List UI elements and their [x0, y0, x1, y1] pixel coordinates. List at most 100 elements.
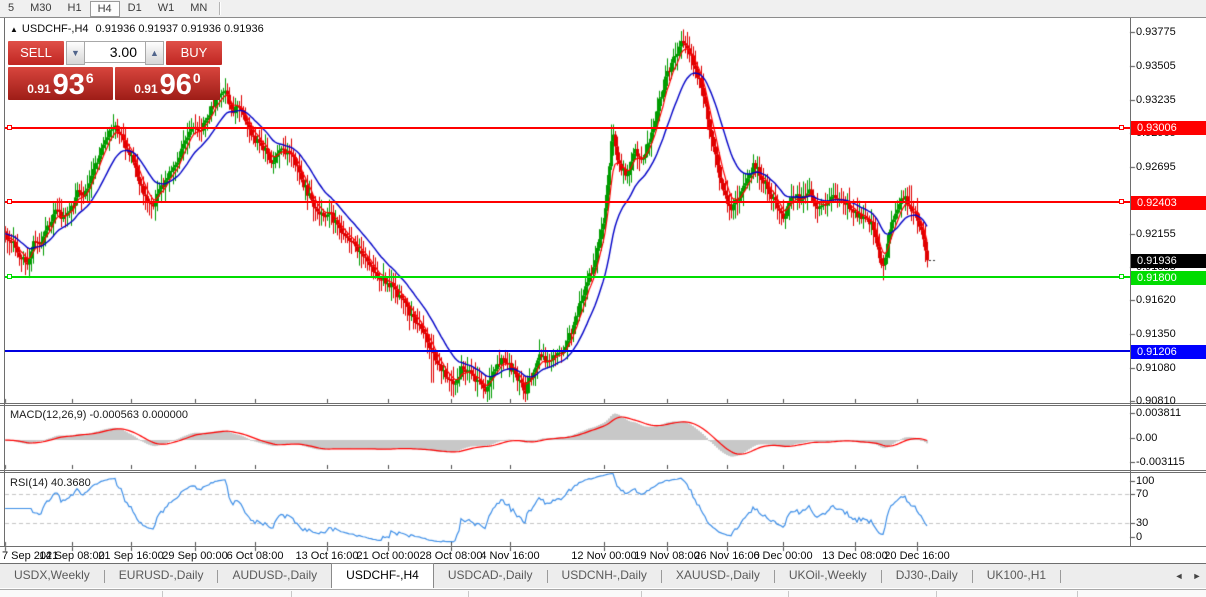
- chart-tab-usdchf-h4[interactable]: USDCHF-,H4: [331, 563, 434, 588]
- macd-axis-label: 0.003811: [1136, 407, 1181, 419]
- price-line-badge: 0.91206: [1131, 345, 1206, 359]
- sell-price-display[interactable]: 0.91 93 6: [8, 67, 113, 100]
- rsi-bottom-border: [0, 546, 1206, 547]
- chart-ohlc-values: 0.91936 0.91937 0.91936 0.91936: [96, 23, 264, 35]
- trading-platform-window: 5M30H1H4D1W1MN ▲USDCHF-,H40.91936 0.9193…: [0, 0, 1206, 597]
- chart-tab-ukoil-weekly[interactable]: UKOil-,Weekly: [775, 564, 881, 588]
- chart-symbol-period: USDCHF-,H4: [22, 23, 89, 35]
- date-label: 21 Oct 00:00: [357, 550, 420, 562]
- chart-tab-uk100-h1[interactable]: UK100-,H1: [973, 564, 1060, 588]
- chevron-down-icon: ▼: [71, 48, 80, 58]
- sell-price-prefix: 0.91: [27, 82, 50, 96]
- date-label: 14 Sep 08:00: [39, 550, 104, 562]
- price-axis-label: 0.93775: [1136, 26, 1176, 38]
- status-strip: [0, 589, 1206, 597]
- date-label: 6 Dec 00:00: [753, 550, 812, 562]
- date-label: 28 Oct 08:00: [420, 550, 483, 562]
- price-axis-label: 0.93505: [1136, 60, 1176, 72]
- rsi-axis-label: 100: [1136, 475, 1154, 487]
- buy-price-display[interactable]: 0.91 96 0: [115, 67, 220, 100]
- timeframe-button-m30[interactable]: M30: [22, 1, 59, 16]
- chart-tab-eurusd-daily[interactable]: EURUSD-,Daily: [105, 564, 218, 588]
- buy-price-prefix: 0.91: [134, 82, 157, 96]
- line-handle[interactable]: [7, 199, 12, 204]
- status-strip-divider: [641, 591, 642, 597]
- status-strip-divider: [468, 591, 469, 597]
- chart-tab-usdx-weekly[interactable]: USDX,Weekly: [0, 564, 104, 588]
- buy-price-big-digits: 96: [160, 71, 192, 100]
- rsi-axis-label: 30: [1136, 517, 1148, 529]
- buy-button[interactable]: BUY: [166, 41, 222, 65]
- volume-decrease-button[interactable]: ▼: [66, 41, 85, 65]
- status-strip-divider: [936, 591, 937, 597]
- status-strip-divider: [788, 591, 789, 597]
- chart-tab-bar: USDX,WeeklyEURUSD-,DailyAUDUSD-,DailyUSD…: [0, 564, 1206, 588]
- timeframe-button-h1[interactable]: H1: [60, 1, 90, 16]
- chart-tab-xauusd-daily[interactable]: XAUUSD-,Daily: [662, 564, 774, 588]
- rsi-axis-label: 70: [1136, 488, 1148, 500]
- volume-increase-button[interactable]: ▲: [145, 41, 164, 65]
- horizontal-line[interactable]: [5, 350, 1130, 352]
- date-label: 4 Nov 16:00: [480, 550, 539, 562]
- current-price-badge: 0.91936: [1131, 254, 1206, 268]
- status-strip-divider: [162, 591, 163, 597]
- tab-scroll-left-icon[interactable]: ◄: [1170, 564, 1188, 588]
- buy-price-pip-digit: 0: [193, 70, 201, 86]
- chart-left-border: [4, 18, 5, 547]
- pane-splitter-rsi-bottom[interactable]: [0, 472, 1206, 473]
- date-label: 12 Nov 00:00: [571, 550, 636, 562]
- timeframe-button-mn[interactable]: MN: [182, 1, 215, 16]
- macd-label: MACD(12,26,9) -0.000563 0.000000: [10, 409, 188, 421]
- timeframe-button-h4[interactable]: H4: [90, 1, 120, 17]
- price-line-badge: 0.93006: [1131, 121, 1206, 135]
- sell-button[interactable]: SELL: [8, 41, 64, 65]
- date-label: 13 Dec 08:00: [822, 550, 887, 562]
- price-axis-label: 0.91350: [1136, 328, 1176, 340]
- status-strip-divider: [1077, 591, 1078, 597]
- chevron-up-icon: ▲: [150, 48, 159, 58]
- pane-splitter-rsi-top[interactable]: [0, 470, 1206, 471]
- price-axis-label: 0.93235: [1136, 94, 1176, 106]
- date-label: 29 Sep 00:00: [162, 550, 227, 562]
- price-axis-label: 0.91080: [1136, 362, 1176, 374]
- timeframe-button-d1[interactable]: D1: [120, 1, 150, 16]
- pane-splitter-macd-bottom[interactable]: [0, 405, 1206, 406]
- sell-price-big-digits: 93: [53, 71, 85, 100]
- date-label: 21 Sep 16:00: [98, 550, 163, 562]
- price-line-badge: 0.92403: [1131, 196, 1206, 210]
- horizontal-line[interactable]: [5, 201, 1130, 203]
- horizontal-line[interactable]: [5, 276, 1130, 278]
- line-handle[interactable]: [1119, 125, 1124, 130]
- timeframe-button-w1[interactable]: W1: [150, 1, 183, 16]
- chart-title: ▲ USDCHF-,H4 0.91936 0.91937 0.91936 0.919…: [10, 23, 264, 35]
- rsi-axis-label: 0: [1136, 531, 1142, 543]
- macd-axis-label: -0.003115: [1136, 456, 1185, 468]
- date-label: 20 Dec 16:00: [884, 550, 949, 562]
- timeframe-toolbar: 5M30H1H4D1W1MN: [0, 0, 1206, 18]
- macd-axis-label: 0.00: [1136, 432, 1157, 444]
- date-label: 13 Oct 16:00: [296, 550, 359, 562]
- date-label: 19 Nov 08:00: [634, 550, 699, 562]
- horizontal-line[interactable]: [5, 127, 1130, 129]
- chart-tab-audusd-daily[interactable]: AUDUSD-,Daily: [218, 564, 331, 588]
- line-handle[interactable]: [7, 274, 12, 279]
- line-handle[interactable]: [7, 125, 12, 130]
- chart-tab-dj30-daily[interactable]: DJ30-,Daily: [882, 564, 972, 588]
- tab-divider: [1060, 570, 1061, 583]
- sell-price-pip-digit: 6: [86, 70, 94, 86]
- price-axis-label: 0.92155: [1136, 228, 1176, 240]
- chart-tab-usdcnh-daily[interactable]: USDCNH-,Daily: [548, 564, 661, 588]
- timeframe-button-5[interactable]: 5: [0, 1, 22, 16]
- symbol-marker-icon: ▲: [10, 25, 18, 34]
- price-axis-label: 0.90810: [1136, 395, 1176, 407]
- line-handle[interactable]: [1119, 274, 1124, 279]
- pane-splitter-macd-top[interactable]: [0, 403, 1206, 404]
- tab-scroll-right-icon[interactable]: ►: [1188, 564, 1206, 588]
- volume-input[interactable]: [85, 41, 145, 63]
- toolbar-separator: [219, 2, 221, 15]
- one-click-trading-panel: SELL ▼ ▲ BUY 0.91 93 6 0.91 96 0: [8, 41, 222, 100]
- price-axis-label: 0.91620: [1136, 294, 1176, 306]
- line-handle[interactable]: [1119, 199, 1124, 204]
- status-strip-divider: [291, 591, 292, 597]
- chart-tab-usdcad-daily[interactable]: USDCAD-,Daily: [434, 564, 547, 588]
